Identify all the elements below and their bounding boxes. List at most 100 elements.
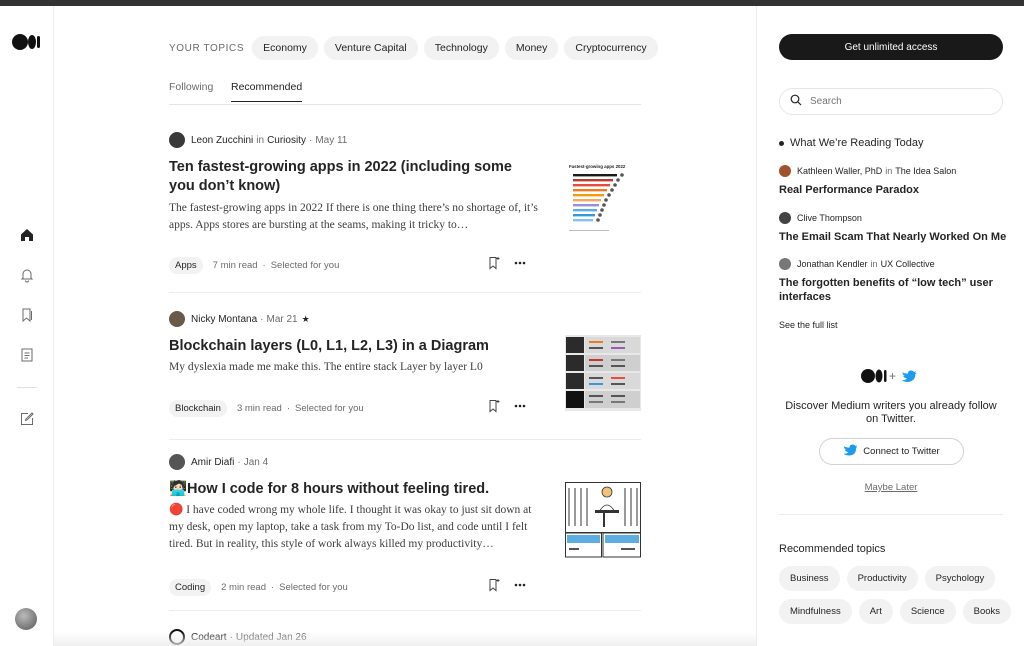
get-unlimited-access-button[interactable]: Get unlimited access xyxy=(779,34,1003,60)
search-box[interactable] xyxy=(779,88,1003,115)
notifications-bell-icon[interactable] xyxy=(17,265,37,285)
reading-title[interactable]: The Email Scam That Nearly Worked On Me xyxy=(779,230,1009,244)
topic-pill-money[interactable]: Money xyxy=(504,36,559,60)
reading-today-heading: What We’re Reading Today xyxy=(779,137,924,149)
home-icon[interactable] xyxy=(17,225,37,245)
article-footer: Blockchain 3 min read · Selected for you xyxy=(169,400,521,417)
read-time: 7 min read xyxy=(212,260,258,271)
author-name[interactable]: Leon Zucchini xyxy=(191,135,253,146)
author-avatar[interactable] xyxy=(169,454,185,470)
article-snippet[interactable]: My dyslexia made me make this. The entir… xyxy=(169,359,539,376)
author-avatar[interactable] xyxy=(779,212,791,224)
stories-icon[interactable] xyxy=(17,345,37,365)
tab-recommended[interactable]: Recommended xyxy=(231,81,303,102)
article-title[interactable]: 🧑🏻‍💻How I code for 8 hours without feeli… xyxy=(169,480,539,499)
article-tag[interactable]: Blockchain xyxy=(169,400,227,417)
maybe-later-link[interactable]: Maybe Later xyxy=(779,482,1003,493)
publication-name[interactable]: Curiosity xyxy=(267,135,306,146)
search-input[interactable] xyxy=(810,96,990,107)
author-name[interactable]: Nicky Montana xyxy=(191,314,257,325)
article-actions xyxy=(487,399,527,418)
meta-separator: · xyxy=(308,134,313,146)
topic-pill-productivity[interactable]: Productivity xyxy=(846,566,918,591)
author-avatar[interactable] xyxy=(169,132,185,148)
article-date: Jan 4 xyxy=(243,456,269,468)
author-avatar[interactable] xyxy=(169,311,185,327)
reading-item: Jonathan Kendler in UX Collective The fo… xyxy=(779,258,1009,304)
article-actions xyxy=(487,256,527,275)
bookmark-add-icon[interactable] xyxy=(487,256,501,275)
publication-name[interactable]: The Idea Salon xyxy=(895,166,956,176)
article-thumbnail[interactable] xyxy=(565,482,641,558)
plus-sign: + xyxy=(889,369,896,383)
user-avatar[interactable] xyxy=(15,608,37,630)
author-name[interactable]: Jonathan Kendler xyxy=(797,259,868,269)
article-tag[interactable]: Coding xyxy=(169,579,212,596)
in-word: in xyxy=(870,259,878,269)
more-options-icon[interactable] xyxy=(513,578,527,597)
article-card: Codeart · Updated Jan 26 xyxy=(169,629,641,645)
search-icon xyxy=(790,93,802,111)
reading-title[interactable]: Real Performance Paradox xyxy=(779,183,1009,197)
topic-pill-mindfulness[interactable]: Mindfulness xyxy=(779,599,852,624)
connect-to-twitter-button[interactable]: Connect to Twitter xyxy=(819,438,964,465)
reading-today-heading-text: What We’re Reading Today xyxy=(790,137,924,149)
reading-title[interactable]: The forgotten benefits of “low tech” use… xyxy=(779,276,1009,304)
article-date: May 11 xyxy=(315,134,348,146)
article-meta: Codeart · Updated Jan 26 xyxy=(169,629,641,645)
article-snippet[interactable]: 🔴 I have coded wrong my whole life. I th… xyxy=(169,502,539,553)
footer-dot: · xyxy=(286,403,291,414)
feed-tabs: Following Recommended xyxy=(169,76,641,105)
bookmark-add-icon[interactable] xyxy=(487,399,501,418)
author-name[interactable]: Amir Diafi xyxy=(191,457,234,468)
author-name[interactable]: Kathleen Waller, PhD xyxy=(797,166,882,176)
medium-logo-icon[interactable] xyxy=(12,34,42,50)
topic-pill-business[interactable]: Business xyxy=(779,566,840,591)
publication-name[interactable]: UX Collective xyxy=(881,259,935,269)
article-thumbnail[interactable]: Fastest-growing apps 2022 xyxy=(565,160,641,236)
in-word: in xyxy=(256,134,265,146)
author-avatar[interactable] xyxy=(169,629,185,645)
member-star-icon: ★ xyxy=(301,313,310,324)
meta-separator: · xyxy=(260,313,264,325)
reading-meta: Clive Thompson xyxy=(779,212,1009,224)
article-snippet[interactable]: The fastest-growing apps in 2022 If ther… xyxy=(169,200,539,234)
article-card: Amir Diafi · Jan 4 🧑🏻‍💻How I code for 8 … xyxy=(169,454,641,596)
bookmarks-icon[interactable] xyxy=(17,305,37,325)
write-icon[interactable] xyxy=(17,409,37,429)
heading-bullet-icon xyxy=(779,140,784,146)
article-title[interactable]: Ten fastest-growing apps in 2022 (includ… xyxy=(169,158,539,196)
article-card: Leon Zucchini in Curiosity · May 11 Ten … xyxy=(169,132,641,274)
topic-pill-psychology[interactable]: Psychology xyxy=(924,566,996,591)
tab-following[interactable]: Following xyxy=(169,81,213,93)
see-full-list-link[interactable]: See the full list xyxy=(779,320,838,330)
article-footer: Coding 2 min read · Selected for you xyxy=(169,579,521,596)
article-date: Mar 21 xyxy=(266,313,298,325)
topic-pill-art[interactable]: Art xyxy=(858,599,893,624)
author-avatar[interactable] xyxy=(779,258,791,270)
meta-separator: · xyxy=(229,631,233,643)
author-name[interactable]: Clive Thompson xyxy=(797,213,862,223)
topic-pill-cryptocurrency[interactable]: Cryptocurrency xyxy=(564,36,658,60)
sidebar-divider xyxy=(779,514,1003,515)
author-avatar[interactable] xyxy=(779,165,791,177)
article-thumbnail[interactable] xyxy=(565,335,641,411)
article-tag[interactable]: Apps xyxy=(169,257,203,274)
reading-item: Clive Thompson The Email Scam That Nearl… xyxy=(779,212,1009,244)
topic-pill-science[interactable]: Science xyxy=(899,599,956,624)
article-title[interactable]: Blockchain layers (L0, L1, L2, L3) in a … xyxy=(169,337,539,356)
topic-pill-technology[interactable]: Technology xyxy=(423,36,499,60)
topic-pill-venture-capital[interactable]: Venture Capital xyxy=(323,36,418,60)
author-name[interactable]: Codeart xyxy=(191,632,227,643)
bookmark-add-icon[interactable] xyxy=(487,578,501,597)
recommended-topics-heading: Recommended topics xyxy=(779,543,886,555)
more-options-icon[interactable] xyxy=(513,399,527,418)
topic-pill-books[interactable]: Books xyxy=(962,599,1012,624)
topic-pill-economy[interactable]: Economy xyxy=(252,36,318,60)
article-card: Nicky Montana · Mar 21 ★ Blockchain laye… xyxy=(169,311,641,417)
left-rail xyxy=(0,6,54,646)
footer-dot: · xyxy=(262,260,266,271)
more-options-icon[interactable] xyxy=(513,256,527,275)
article-meta: Amir Diafi · Jan 4 xyxy=(169,454,641,470)
article-date: Updated Jan 26 xyxy=(235,631,307,643)
